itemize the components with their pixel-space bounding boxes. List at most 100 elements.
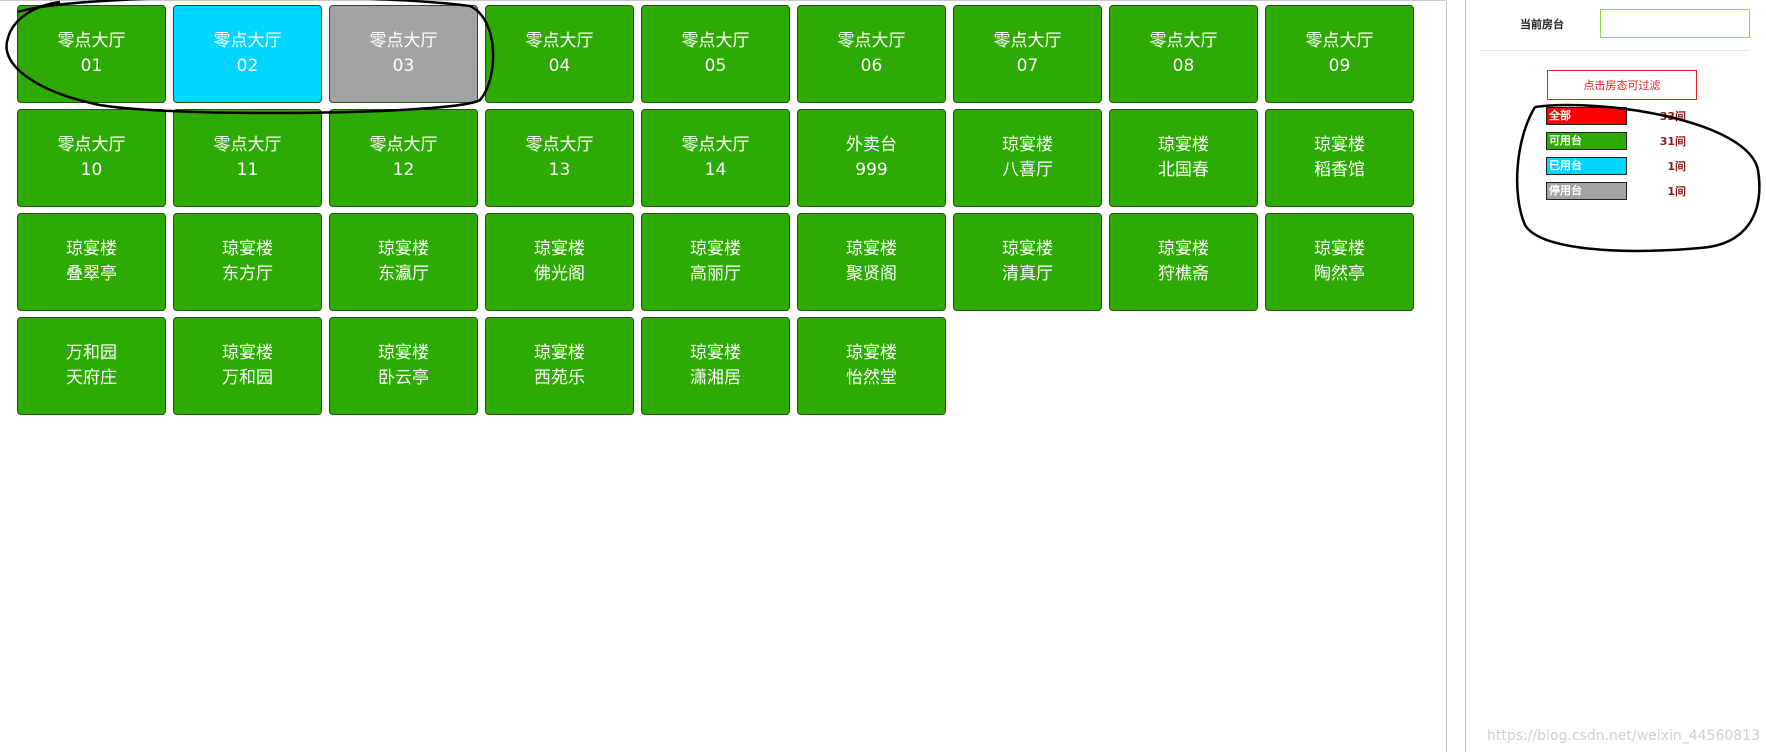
table-number-label: 叠翠亭 (66, 264, 117, 284)
table-tile[interactable]: 琼宴楼 西苑乐 (485, 317, 634, 415)
table-tile[interactable]: 零点大厅 12 (329, 109, 478, 207)
table-tile[interactable]: 琼宴楼 万和园 (173, 317, 322, 415)
table-area-label: 琼宴楼 (846, 343, 897, 363)
table-tile[interactable]: 零点大厅 11 (173, 109, 322, 207)
table-tile[interactable]: 零点大厅 02 (173, 5, 322, 103)
table-number-label: 北国春 (1158, 160, 1209, 180)
table-area-label: 零点大厅 (57, 31, 126, 51)
table-area-label: 琼宴楼 (1158, 239, 1209, 259)
table-number-label: 八喜厅 (1002, 160, 1053, 180)
table-tile[interactable]: 零点大厅 07 (953, 5, 1102, 103)
table-area-label: 零点大厅 (993, 31, 1062, 51)
table-number-label: 清真厅 (1002, 264, 1053, 284)
table-tile[interactable]: 琼宴楼 狩樵斋 (1109, 213, 1258, 311)
table-tile[interactable]: 琼宴楼 佛光阁 (485, 213, 634, 311)
table-tile[interactable]: 琼宴楼 北国春 (1109, 109, 1258, 207)
table-tile[interactable]: 零点大厅 14 (641, 109, 790, 207)
table-area-label: 琼宴楼 (690, 239, 741, 259)
legend-row[interactable]: 已用台 1间 (1546, 157, 1686, 175)
table-area-label: 琼宴楼 (1002, 135, 1053, 155)
table-number-label: 06 (860, 56, 883, 76)
table-area-label: 琼宴楼 (1158, 135, 1209, 155)
table-area-label: 零点大厅 (213, 135, 282, 155)
table-number-label: 999 (855, 160, 888, 180)
legend-swatch: 可用台 (1546, 132, 1627, 150)
table-area-label: 零点大厅 (1305, 31, 1374, 51)
table-number-label: 天府庄 (66, 368, 117, 388)
legend-count: 31间 (1659, 135, 1686, 148)
legend-row[interactable]: 全部 33间 (1546, 107, 1686, 125)
table-number-label: 12 (392, 160, 415, 180)
legend-row[interactable]: 可用台 31间 (1546, 132, 1686, 150)
table-tile[interactable]: 零点大厅 09 (1265, 5, 1414, 103)
table-tile[interactable]: 琼宴楼 稻香馆 (1265, 109, 1414, 207)
table-grid-panel: 零点大厅 01 零点大厅 02 零点大厅 03 零点大厅 04 零点大厅 05 零点大厅 06 零点大厅… (0, 0, 1447, 752)
table-number-label: 09 (1328, 56, 1351, 76)
legend-count: 33间 (1659, 110, 1686, 123)
table-number-label: 07 (1016, 56, 1039, 76)
table-area-label: 零点大厅 (681, 135, 750, 155)
table-tile[interactable]: 琼宴楼 陶然亭 (1265, 213, 1414, 311)
table-tile[interactable]: 琼宴楼 聚贤阁 (797, 213, 946, 311)
current-table-row: 当前房台 (1480, 0, 1750, 51)
current-table-input[interactable] (1600, 9, 1750, 38)
watermark: https://blog.csdn.net/weixin_44560813 (1486, 728, 1760, 744)
table-area-label: 万和园 (66, 343, 117, 363)
filter-hint-button[interactable]: 点击房态可过滤 (1547, 70, 1697, 100)
table-number-label: 高丽厅 (690, 264, 741, 284)
table-number-label: 03 (392, 56, 415, 76)
table-number-label: 稻香馆 (1314, 160, 1365, 180)
table-tile[interactable]: 零点大厅 10 (17, 109, 166, 207)
table-area-label: 琼宴楼 (690, 343, 741, 363)
table-area-label: 零点大厅 (1149, 31, 1218, 51)
table-area-label: 琼宴楼 (378, 239, 429, 259)
legend-swatch: 全部 (1546, 107, 1627, 125)
legend-swatch: 已用台 (1546, 157, 1627, 175)
table-tile[interactable]: 外卖台 999 (797, 109, 946, 207)
table-area-label: 外卖台 (846, 135, 897, 155)
status-side-panel: 当前房台 点击房态可过滤 全部 33间可用台 31间已用台 1间停用台 1间 (1465, 0, 1766, 752)
table-area-label: 零点大厅 (369, 31, 438, 51)
table-number-label: 01 (80, 56, 103, 76)
table-tile[interactable]: 琼宴楼 叠翠亭 (17, 213, 166, 311)
table-tile[interactable]: 万和园 天府庄 (17, 317, 166, 415)
table-tile[interactable]: 琼宴楼 潇湘居 (641, 317, 790, 415)
table-area-label: 零点大厅 (525, 31, 594, 51)
table-number-label: 陶然亭 (1314, 264, 1365, 284)
table-number-label: 08 (1172, 56, 1195, 76)
table-area-label: 零点大厅 (681, 31, 750, 51)
table-tile[interactable]: 琼宴楼 卧云亭 (329, 317, 478, 415)
table-number-label: 卧云亭 (378, 368, 429, 388)
table-tile[interactable]: 零点大厅 01 (17, 5, 166, 103)
table-tile[interactable]: 琼宴楼 东瀛厅 (329, 213, 478, 311)
legend-swatch: 停用台 (1546, 182, 1627, 200)
table-number-label: 11 (236, 160, 259, 180)
table-tile[interactable]: 琼宴楼 东方厅 (173, 213, 322, 311)
table-area-label: 零点大厅 (57, 135, 126, 155)
table-number-label: 13 (548, 160, 571, 180)
table-tile[interactable]: 琼宴楼 清真厅 (953, 213, 1102, 311)
table-number-label: 狩樵斋 (1158, 264, 1209, 284)
table-number-label: 10 (80, 160, 103, 180)
table-tile[interactable]: 零点大厅 13 (485, 109, 634, 207)
table-tile[interactable]: 零点大厅 04 (485, 5, 634, 103)
table-area-label: 琼宴楼 (846, 239, 897, 259)
table-number-label: 佛光阁 (534, 264, 585, 284)
table-tile[interactable]: 零点大厅 03 (329, 5, 478, 103)
table-area-label: 琼宴楼 (378, 343, 429, 363)
table-tile[interactable]: 琼宴楼 高丽厅 (641, 213, 790, 311)
table-number-label: 02 (236, 56, 259, 76)
table-number-label: 14 (704, 160, 727, 180)
table-tile[interactable]: 零点大厅 06 (797, 5, 946, 103)
legend-row[interactable]: 停用台 1间 (1546, 182, 1686, 200)
table-area-label: 琼宴楼 (534, 343, 585, 363)
table-tile[interactable]: 零点大厅 05 (641, 5, 790, 103)
table-area-label: 琼宴楼 (1314, 239, 1365, 259)
table-tile[interactable]: 琼宴楼 怡然堂 (797, 317, 946, 415)
table-area-label: 零点大厅 (213, 31, 282, 51)
table-number-label: 潇湘居 (690, 368, 741, 388)
table-tile[interactable]: 零点大厅 08 (1109, 5, 1258, 103)
table-area-label: 琼宴楼 (1314, 135, 1365, 155)
table-tile[interactable]: 琼宴楼 八喜厅 (953, 109, 1102, 207)
table-area-label: 零点大厅 (837, 31, 906, 51)
